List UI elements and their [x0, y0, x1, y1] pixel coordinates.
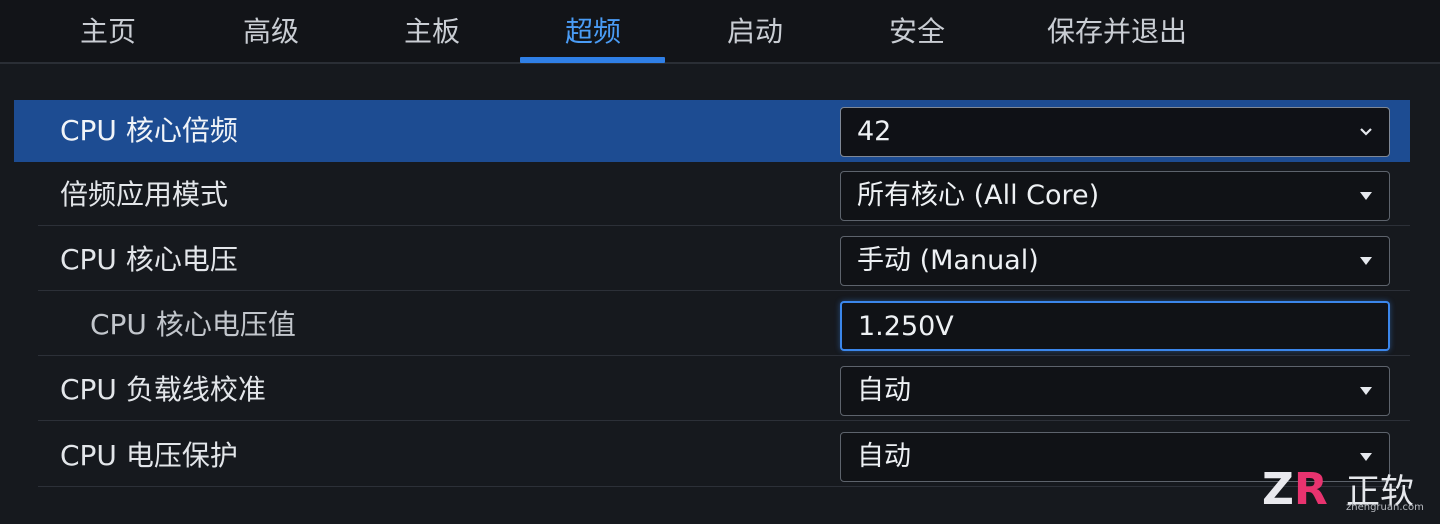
cpu-voltage-value-input[interactable]: 1.250V	[840, 301, 1390, 351]
dropdown-value: 所有核心 (All Core)	[857, 180, 1100, 211]
active-tab-indicator	[520, 57, 665, 63]
setting-label: CPU 负载线校准	[60, 373, 266, 406]
dropdown-value: 42	[857, 116, 892, 147]
setting-label: CPU 核心电压	[60, 243, 238, 276]
triangle-down-icon	[1360, 192, 1372, 200]
triangle-down-icon	[1360, 257, 1372, 265]
tab-advanced[interactable]: 高级	[211, 0, 331, 64]
setting-row-load-line-calibration[interactable]: CPU 负载线校准 自动	[38, 359, 1410, 421]
setting-label: CPU 核心倍频	[60, 114, 238, 147]
ratio-mode-dropdown[interactable]: 所有核心 (All Core)	[840, 171, 1390, 221]
setting-row-ratio-mode[interactable]: 倍频应用模式 所有核心 (All Core)	[38, 164, 1410, 226]
tab-mainboard[interactable]: 主板	[372, 0, 492, 64]
setting-row-cpu-voltage[interactable]: CPU 核心电压 手动 (Manual)	[38, 229, 1410, 291]
dropdown-value: 自动	[857, 375, 911, 406]
setting-row-voltage-protection[interactable]: CPU 电压保护 自动	[38, 425, 1410, 487]
input-value: 1.250V	[858, 311, 954, 342]
watermark-url: zhengruan.com	[1346, 502, 1424, 513]
top-tab-bar: 主页 高级 主板 超频 启动 安全 保存并退出	[0, 0, 1440, 64]
tab-overclocking[interactable]: 超频	[532, 0, 654, 64]
dropdown-value: 自动	[857, 441, 911, 472]
triangle-down-icon	[1360, 387, 1372, 395]
logo-text: ZR	[1262, 464, 1328, 510]
dropdown-value: 手动 (Manual)	[857, 245, 1039, 276]
zr-logo: ZR	[1262, 464, 1328, 515]
setting-label: CPU 核心电压值	[90, 308, 296, 341]
tab-home[interactable]: 主页	[48, 0, 168, 64]
tab-boot[interactable]: 启动	[695, 0, 815, 64]
cpu-ratio-dropdown[interactable]: 42	[840, 107, 1390, 157]
load-line-calibration-dropdown[interactable]: 自动	[840, 366, 1390, 416]
setting-label: 倍频应用模式	[60, 178, 229, 211]
watermark: ZR 正软 zhengruan.com	[1262, 462, 1432, 518]
tab-security[interactable]: 安全	[857, 0, 977, 64]
chevron-down-icon	[1360, 128, 1372, 136]
setting-row-cpu-voltage-value[interactable]: CPU 核心电压值 1.250V	[38, 294, 1410, 356]
tab-save-exit[interactable]: 保存并退出	[1035, 0, 1199, 64]
cpu-voltage-mode-dropdown[interactable]: 手动 (Manual)	[840, 236, 1390, 286]
bios-setup-screen: 主页 高级 主板 超频 启动 安全 保存并退出 CPU 核心倍频 42 倍频应用…	[0, 0, 1440, 524]
setting-row-cpu-ratio[interactable]: CPU 核心倍频 42	[14, 100, 1410, 162]
setting-label: CPU 电压保护	[60, 439, 238, 472]
